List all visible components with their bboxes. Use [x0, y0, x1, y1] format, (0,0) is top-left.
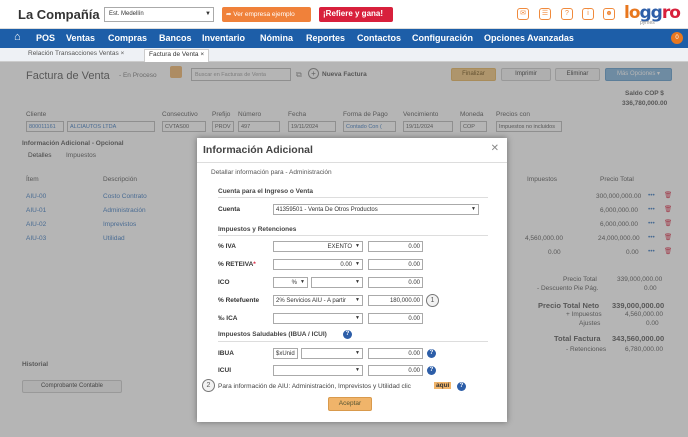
- modal-subtitle: Detallar información para - Administraci…: [211, 169, 332, 176]
- aiu-link[interactable]: aquí: [434, 382, 452, 389]
- annotation-marker-1: 1: [426, 294, 439, 307]
- reteiva-value-field[interactable]: 0.00: [368, 259, 423, 270]
- establishment-value: Est. Medellín: [109, 11, 144, 17]
- reteiva-select[interactable]: 0.00 ▼: [273, 259, 363, 270]
- chevron-down-icon: ▼: [355, 350, 360, 356]
- chevron-down-icon: ▼: [355, 243, 360, 249]
- info-adicional-modal: Información Adicional ✕ Detallar informa…: [197, 138, 507, 422]
- title-divider: [197, 162, 507, 163]
- close-icon[interactable]: ×: [200, 51, 204, 58]
- iva-label: % IVA: [218, 243, 236, 250]
- company-name[interactable]: La Compañía: [18, 7, 100, 22]
- ico-value-field[interactable]: 0.00: [368, 277, 423, 288]
- aiu-info-text: Para información de AIU: Administración,…: [218, 383, 411, 390]
- retefuente-select[interactable]: 2% Servicios AIU - A partir ▼: [273, 295, 363, 306]
- modal-title: Información Adicional: [203, 144, 313, 156]
- section-divider: [218, 341, 488, 342]
- help-icon[interactable]: ?: [427, 366, 436, 375]
- tab-relacion-label: Relación Transacciones Ventas: [28, 50, 119, 57]
- ibua-unit-field[interactable]: $xUnid: [273, 348, 298, 359]
- chevron-down-icon: ▼: [471, 206, 476, 212]
- nav-item-bancos[interactable]: Bancos: [159, 33, 192, 43]
- ico-label: ICO: [218, 279, 230, 286]
- tab-factura-label: Factura de Venta: [149, 51, 199, 58]
- retefuente-value-field[interactable]: 180,000.00: [368, 295, 423, 306]
- help-icon[interactable]: ?: [457, 382, 466, 391]
- top-bar: La Compañía Est. Medellín ▼ ➦ Ver empres…: [0, 0, 688, 29]
- nav-item-pos[interactable]: POS: [36, 33, 55, 43]
- ibua-value-field[interactable]: 0.00: [368, 348, 423, 359]
- chevron-down-icon: ▼: [300, 279, 305, 285]
- cuenta-label: Cuenta: [218, 206, 241, 213]
- ico-select[interactable]: ▼: [311, 277, 363, 288]
- nav-item-reportes[interactable]: Reportes: [306, 33, 345, 43]
- annotation-marker-2: 2: [202, 379, 215, 392]
- cuenta-value: 41359501 - Venta De Otros Productos: [276, 207, 378, 213]
- nav-item-compras[interactable]: Compras: [108, 33, 147, 43]
- demo-company-button[interactable]: ➦ Ver empresa ejemplo: [222, 7, 311, 22]
- impuestos-section-title: Impuestos y Retenciones: [218, 226, 297, 233]
- ibua-label: IBUA: [218, 350, 234, 357]
- info-icon[interactable]: i: [582, 8, 594, 20]
- icui-select[interactable]: ▼: [273, 365, 363, 376]
- nav-item-contactos[interactable]: Contactos: [357, 33, 401, 43]
- cuenta-section-title: Cuenta para el Ingreso o Venta: [218, 188, 313, 195]
- iva-select[interactable]: EXENTO ▼: [273, 241, 363, 252]
- iva-value-field[interactable]: 0.00: [368, 241, 423, 252]
- ica-select[interactable]: ▼: [273, 313, 363, 324]
- document-tabs: Relación Transacciones Ventas × Factura …: [0, 48, 688, 62]
- nav-item-nomina[interactable]: Nómina: [260, 33, 293, 43]
- nav-item-inventario[interactable]: Inventario: [202, 33, 245, 43]
- tab-relacion[interactable]: Relación Transacciones Ventas ×: [28, 50, 124, 57]
- reteiva-label: % RETEIVA*: [218, 261, 256, 268]
- cuenta-select[interactable]: 41359501 - Venta De Otros Productos ▼: [273, 204, 479, 215]
- section-divider: [218, 235, 488, 236]
- icui-value-field[interactable]: 0.00: [368, 365, 423, 376]
- ica-label: ‰ ICA: [218, 315, 238, 322]
- close-icon[interactable]: ×: [121, 50, 125, 57]
- icui-label: ICUI: [218, 367, 231, 374]
- establishment-select[interactable]: Est. Medellín ▼: [104, 7, 214, 22]
- logo-subtitle: pymes: [640, 20, 655, 26]
- ica-value-field[interactable]: 0.00: [368, 313, 423, 324]
- nav-item-ventas[interactable]: Ventas: [66, 33, 95, 43]
- tab-factura[interactable]: Factura de Venta ×: [144, 49, 210, 62]
- chevron-down-icon: ▼: [205, 11, 211, 17]
- refer-button[interactable]: ¡Refiere y gana!: [319, 7, 393, 22]
- reteiva-label-text: % RETEIVA: [218, 261, 254, 268]
- home-icon[interactable]: ⌂: [14, 31, 21, 43]
- help-icon[interactable]: ?: [343, 330, 352, 339]
- nav-item-configuracion[interactable]: Configuración: [412, 33, 473, 43]
- user-icon[interactable]: ☻: [603, 8, 615, 20]
- notification-badge[interactable]: 0: [671, 32, 683, 44]
- ibua-select[interactable]: ▼: [301, 348, 363, 359]
- chat-icon[interactable]: ✉: [517, 8, 529, 20]
- retefuente-select-value: 2% Servicios AIU - A partir: [276, 298, 347, 304]
- chevron-down-icon: ▼: [355, 315, 360, 321]
- help-icon[interactable]: ?: [561, 8, 573, 20]
- retefuente-label: % Retefuente: [218, 297, 260, 304]
- ico-unit-select[interactable]: % ▼: [273, 277, 308, 288]
- nav-item-opciones-avanzadas[interactable]: Opciones Avanzadas: [484, 33, 574, 43]
- reteiva-select-value: 0.00: [340, 262, 352, 268]
- close-icon[interactable]: ✕: [491, 143, 499, 154]
- iva-select-value: EXENTO: [327, 244, 352, 250]
- notes-icon[interactable]: ☰: [539, 8, 551, 20]
- ico-unit-value: %: [291, 280, 297, 286]
- chevron-down-icon: ▼: [355, 279, 360, 285]
- main-nav: ⌂ POS Ventas Compras Bancos Inventario N…: [0, 29, 688, 48]
- demo-company-label: Ver empresa ejemplo: [233, 11, 295, 18]
- chevron-down-icon: ▼: [355, 367, 360, 373]
- accept-button[interactable]: Aceptar: [328, 397, 372, 411]
- section-divider: [218, 197, 488, 198]
- saludables-section-title: Impuestos Saludables (IBUA / ICUI): [218, 331, 327, 338]
- chevron-down-icon: ▼: [355, 261, 360, 267]
- help-icon[interactable]: ?: [427, 349, 436, 358]
- chevron-down-icon: ▼: [355, 297, 360, 303]
